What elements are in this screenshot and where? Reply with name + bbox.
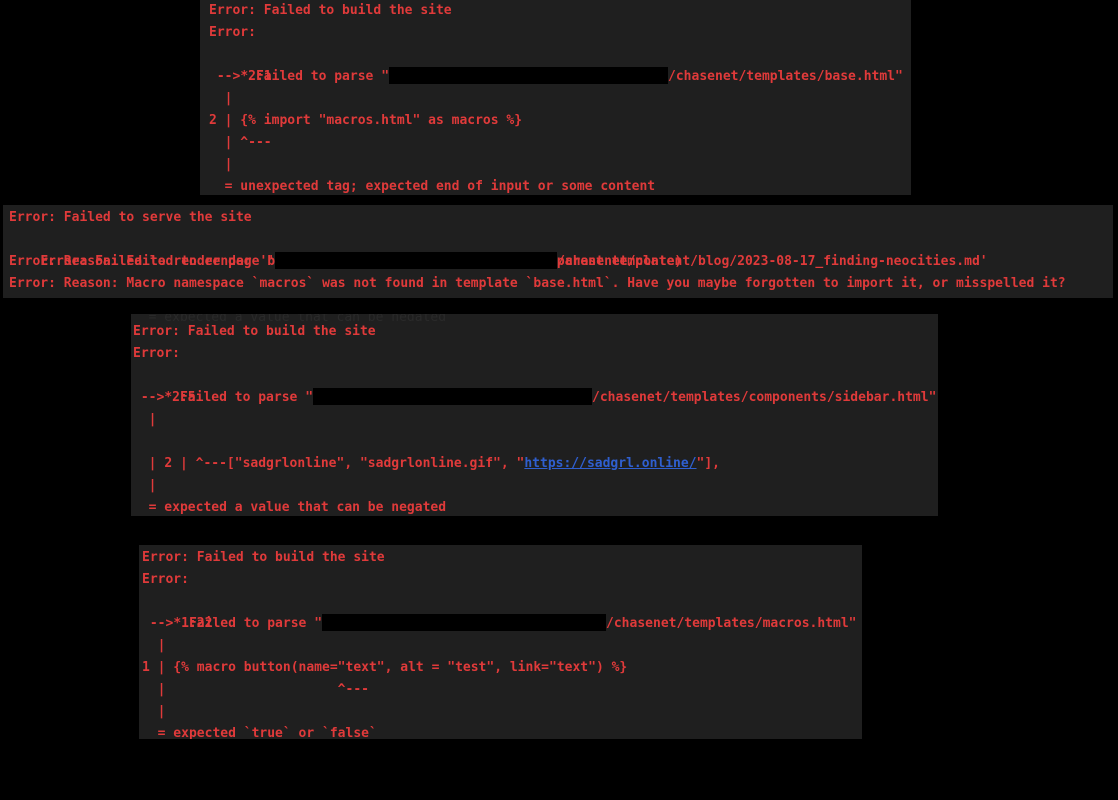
terminal-panel-serve-error: Error: Failed to serve the site Error: F… [3, 205, 1113, 298]
error-line-title: Error: Failed to build the site [209, 3, 452, 18]
sadgrl-online-link[interactable]: https://sadgrl.online/ [524, 456, 696, 471]
error-line-gutter-blank-bottom: | [142, 704, 166, 719]
error-line-title: Error: Failed to build the site [133, 324, 376, 339]
error-line-render-page: Error: Failed to render page '/chasenet/… [9, 229, 1113, 269]
error-line-gutter-blank-bottom: | [133, 478, 157, 493]
error-line-gutter-blank-top: | [209, 91, 233, 106]
error-line-gutter-blank-top: | [142, 638, 166, 653]
terminal-panel-build-error-macros-html: Error: Failed to build the site Error: *… [139, 545, 862, 739]
terminal-panel-build-error-sidebar-html: = expected a value that can be negated E… [131, 314, 938, 516]
error-line-label: Error: [133, 346, 180, 361]
error-line-failed-to-parse: * Failed to parse "/chasenet/templates/c… [133, 365, 938, 405]
error-line-label: Error: [209, 25, 256, 40]
parse-suffix-path: /chasenet/templates/base.html" [668, 69, 903, 84]
error-line-title: Error: Failed to build the site [142, 550, 385, 565]
error-line-explanation: = expected `true` or `false` [142, 726, 377, 739]
parse-suffix-path: /chasenet/templates/components/sidebar.h… [592, 390, 937, 405]
source-code-suffix: "], [696, 456, 721, 471]
redacted-path-bar [322, 614, 607, 631]
error-line-gutter-blank-bottom: | [209, 157, 233, 172]
clipped-scrollback-line: = expected a value that can be negated [133, 314, 938, 321]
error-line-caret-marker: | ^--- [142, 682, 369, 697]
error-line-explanation: = unexpected tag; expected end of input … [209, 179, 656, 194]
error-line-failed-to-parse: * Failed to parse "/chasenet/templates/b… [209, 44, 911, 84]
parse-suffix-path: /chasenet/templates/macros.html" [606, 616, 857, 631]
error-line-gutter-blank-top: | [133, 412, 157, 427]
redacted-path-bar [389, 67, 669, 84]
error-line-source-code: 2 | {% import "macros.html" as macros %} [209, 113, 523, 128]
error-line-label: Error: [142, 572, 189, 587]
redacted-path-bar [275, 252, 558, 269]
error-line-reason-macro-namespace: Error: Reason: Macro namespace `macros` … [9, 276, 1066, 291]
error-line-failed-to-parse: * Failed to parse "/chasenet/templates/m… [142, 591, 862, 631]
error-line-explanation: = expected a value that can be negated [133, 500, 447, 515]
error-line-source-code: 1 | {% macro button(name="text", alt = "… [142, 660, 628, 675]
redacted-path-bar [313, 388, 593, 405]
error-line-caret-marker: | ^--- [209, 135, 272, 150]
terminal-panel-build-error-base-html: Error: Failed to build the site Error: *… [200, 0, 911, 195]
error-line-serve-title: Error: Failed to serve the site [9, 210, 252, 225]
error-line-source-code: 2 | ["sadgrlonline", "sadgrlonline.gif",… [133, 431, 938, 471]
